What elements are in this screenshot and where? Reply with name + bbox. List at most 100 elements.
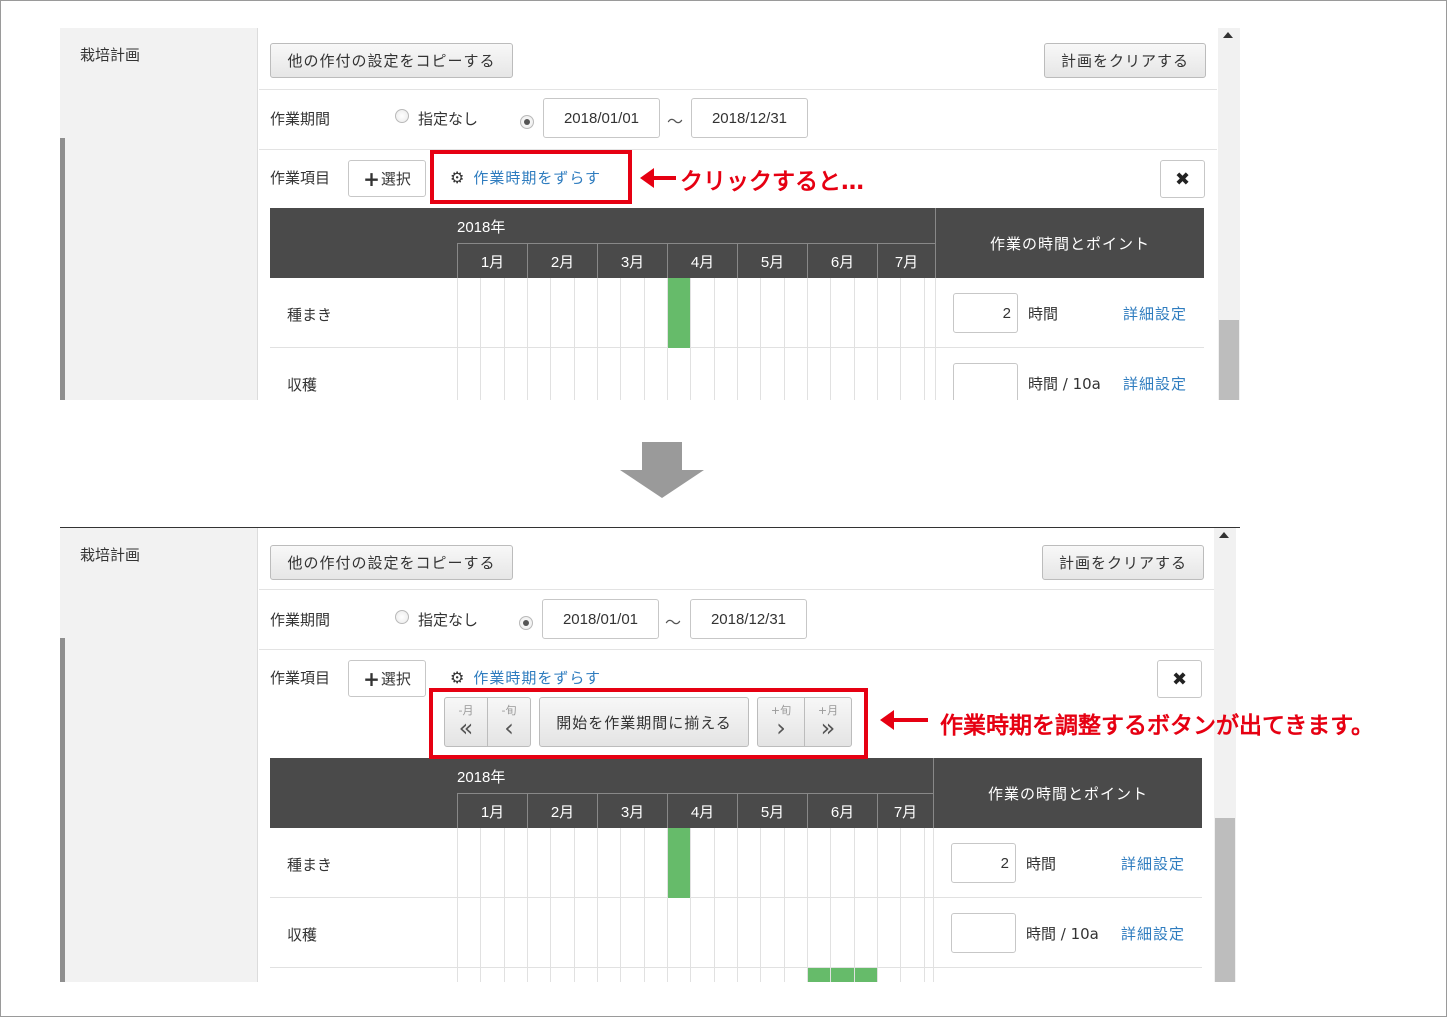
select-button[interactable]: + 選択 xyxy=(348,160,426,197)
schedule-cell[interactable] xyxy=(830,278,854,348)
schedule-cell[interactable] xyxy=(597,348,620,400)
schedule-cell[interactable] xyxy=(737,968,760,982)
schedule-cell[interactable] xyxy=(877,898,900,968)
schedule-cell[interactable] xyxy=(527,278,550,348)
schedule-cell[interactable] xyxy=(830,898,854,968)
clear-plan-button[interactable]: 計画をクリアする xyxy=(1042,545,1204,580)
schedule-cell[interactable] xyxy=(830,348,854,400)
end-date-input[interactable]: 2018/12/31 xyxy=(690,599,807,639)
schedule-cell[interactable] xyxy=(504,968,527,982)
schedule-cell[interactable] xyxy=(877,278,900,348)
schedule-cell[interactable] xyxy=(854,348,877,400)
start-date-input[interactable]: 2018/01/01 xyxy=(542,599,659,639)
schedule-cell[interactable] xyxy=(784,968,807,982)
schedule-cell[interactable] xyxy=(597,278,620,348)
schedule-cell[interactable] xyxy=(597,968,620,982)
schedule-cell[interactable] xyxy=(527,348,550,400)
schedule-cell[interactable] xyxy=(784,348,807,400)
schedule-cell[interactable] xyxy=(574,278,597,348)
clear-plan-button[interactable]: 計画をクリアする xyxy=(1044,43,1206,78)
schedule-cell[interactable] xyxy=(620,348,644,400)
schedule-cell[interactable] xyxy=(924,968,933,982)
schedule-cell[interactable] xyxy=(667,968,690,982)
schedule-cell[interactable] xyxy=(807,348,830,400)
schedule-cell[interactable] xyxy=(457,898,480,968)
schedule-cell[interactable] xyxy=(480,348,504,400)
schedule-cell[interactable] xyxy=(457,968,480,982)
schedule-cell[interactable] xyxy=(620,898,644,968)
schedule-cell[interactable] xyxy=(784,898,807,968)
scroll-up-icon[interactable] xyxy=(1219,532,1229,538)
start-date-input[interactable]: 2018/01/01 xyxy=(543,98,660,138)
schedule-cell[interactable] xyxy=(620,968,644,982)
schedule-cell[interactable] xyxy=(807,828,830,898)
copy-settings-button[interactable]: 他の作付の設定をコピーする xyxy=(270,545,513,580)
schedule-cell[interactable] xyxy=(760,278,784,348)
schedule-cell[interactable] xyxy=(714,348,737,400)
schedule-cell[interactable] xyxy=(457,348,480,400)
schedule-cell[interactable] xyxy=(900,898,924,968)
close-button[interactable]: ✖ xyxy=(1160,160,1205,198)
schedule-cell[interactable] xyxy=(574,968,597,982)
schedule-cell[interactable] xyxy=(760,828,784,898)
schedule-cell[interactable] xyxy=(877,828,900,898)
schedule-cell-active[interactable] xyxy=(667,278,690,348)
schedule-cell[interactable] xyxy=(924,898,933,968)
schedule-cell[interactable] xyxy=(854,898,877,968)
schedule-cell[interactable] xyxy=(644,898,667,968)
schedule-cell[interactable] xyxy=(714,278,737,348)
end-date-input[interactable]: 2018/12/31 xyxy=(691,98,808,138)
schedule-cell[interactable] xyxy=(690,968,714,982)
schedule-cell[interactable] xyxy=(714,828,737,898)
schedule-cell[interactable] xyxy=(690,348,714,400)
schedule-cell-active[interactable] xyxy=(667,828,690,898)
schedule-cell[interactable] xyxy=(457,278,480,348)
close-button[interactable]: ✖ xyxy=(1157,660,1202,698)
schedule-cell-active[interactable] xyxy=(854,968,877,982)
schedule-cell[interactable] xyxy=(900,828,924,898)
hours-input[interactable]: 2 xyxy=(953,293,1018,333)
schedule-cell[interactable] xyxy=(550,278,574,348)
schedule-cell[interactable] xyxy=(574,898,597,968)
radio-none[interactable] xyxy=(395,109,409,123)
schedule-cell[interactable] xyxy=(504,348,527,400)
schedule-cell[interactable] xyxy=(550,968,574,982)
schedule-cell[interactable] xyxy=(644,828,667,898)
hours-input[interactable]: 2 xyxy=(951,843,1016,883)
schedule-cell[interactable] xyxy=(877,968,900,982)
schedule-cell[interactable] xyxy=(527,968,550,982)
schedule-cell[interactable] xyxy=(737,348,760,400)
schedule-cell[interactable] xyxy=(597,898,620,968)
schedule-cell[interactable] xyxy=(760,898,784,968)
schedule-cell[interactable] xyxy=(597,828,620,898)
schedule-cell[interactable] xyxy=(784,828,807,898)
schedule-cell[interactable] xyxy=(924,278,935,348)
schedule-cell[interactable] xyxy=(480,278,504,348)
schedule-cell[interactable] xyxy=(900,278,924,348)
schedule-cell[interactable] xyxy=(807,278,830,348)
schedule-cell[interactable] xyxy=(574,828,597,898)
schedule-cell[interactable] xyxy=(737,278,760,348)
schedule-cell[interactable] xyxy=(667,348,690,400)
schedule-cell[interactable] xyxy=(830,828,854,898)
scroll-up-icon[interactable] xyxy=(1223,32,1233,38)
schedule-cell[interactable] xyxy=(690,278,714,348)
hours-input[interactable] xyxy=(953,363,1018,400)
shift-period-link[interactable]: ⚙ 作業時期をずらす xyxy=(450,667,601,688)
schedule-cell-active[interactable] xyxy=(830,968,854,982)
schedule-cell[interactable] xyxy=(527,828,550,898)
schedule-cell[interactable] xyxy=(737,898,760,968)
schedule-cell[interactable] xyxy=(480,968,504,982)
radio-date-range[interactable] xyxy=(519,616,533,630)
schedule-cell[interactable] xyxy=(620,278,644,348)
radio-date-range[interactable] xyxy=(520,115,534,129)
hours-input[interactable] xyxy=(951,913,1016,953)
schedule-cell[interactable] xyxy=(760,348,784,400)
schedule-cell[interactable] xyxy=(760,968,784,982)
schedule-cell[interactable] xyxy=(690,828,714,898)
detail-settings-link[interactable]: 詳細設定 xyxy=(1123,303,1187,324)
detail-settings-link[interactable]: 詳細設定 xyxy=(1121,923,1185,944)
schedule-cell[interactable] xyxy=(854,278,877,348)
schedule-cell[interactable] xyxy=(504,278,527,348)
schedule-cell[interactable] xyxy=(854,828,877,898)
